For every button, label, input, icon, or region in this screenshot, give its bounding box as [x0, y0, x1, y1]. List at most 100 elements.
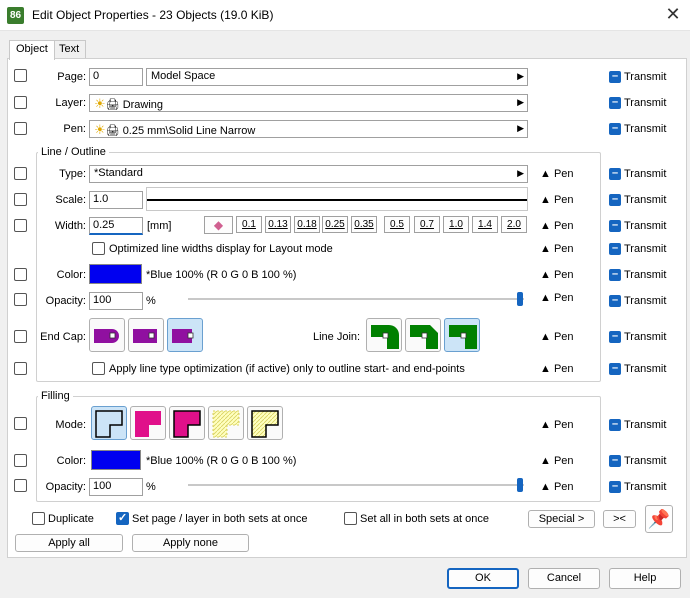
endcap-square-icon[interactable] [128, 318, 164, 352]
transmit-icon[interactable]: – [609, 194, 621, 206]
fill-opacity-slider[interactable] [188, 484, 524, 486]
layer-dropdown[interactable]: ☀🖨 Drawing ▶ [89, 94, 528, 112]
help-button[interactable]: Help [609, 568, 681, 589]
width-preset-button[interactable]: 2.0 [501, 216, 527, 233]
fill-mode-label: Mode: [55, 419, 86, 431]
linejoin-bevel-icon[interactable] [405, 318, 441, 352]
endcap-flat-icon[interactable] [167, 318, 203, 352]
optimized-label: Optimized line widths display for Layout… [109, 243, 333, 255]
set-all-checkbox[interactable] [344, 512, 357, 525]
type-checkbox[interactable] [14, 167, 27, 180]
fill-none-icon[interactable] [91, 406, 127, 440]
line-type-value: *Standard [94, 167, 143, 179]
linejoin-label: Line Join: [313, 331, 361, 343]
width-preset-button[interactable]: 0.25 [322, 216, 348, 233]
width-input[interactable]: 0.25 [89, 217, 143, 235]
endcap-round-icon[interactable] [89, 318, 125, 352]
apply-none-button[interactable]: Apply none [132, 534, 249, 552]
pen-indicator: ▲ Pen [540, 269, 574, 281]
pen-indicator: ▲ Pen [540, 455, 574, 467]
transmit-label: Transmit [624, 243, 667, 255]
scale-input[interactable]: 1.0 [89, 191, 143, 209]
transmit-icon[interactable]: – [609, 419, 621, 431]
fill-color-checkbox[interactable] [14, 454, 27, 467]
transmit-icon[interactable]: – [609, 295, 621, 307]
endcap-checkbox[interactable] [14, 330, 27, 343]
transmit-icon[interactable]: – [609, 331, 621, 343]
width-checkbox[interactable] [14, 219, 27, 232]
eraser-icon[interactable]: ◆ [204, 216, 233, 234]
pen-checkbox[interactable] [14, 122, 27, 135]
window-title: Edit Object Properties - 23 Objects (19.… [32, 8, 274, 22]
line-opacity-slider[interactable] [188, 298, 524, 300]
line-type-dropdown[interactable]: *Standard ▶ [89, 165, 528, 183]
duplicate-checkbox[interactable] [32, 512, 45, 525]
fill-outlined-icon[interactable] [169, 406, 205, 440]
width-preset-button[interactable]: 1.0 [443, 216, 469, 233]
page-number-input[interactable]: 0 [89, 68, 143, 86]
page-space-dropdown[interactable]: Model Space ▶ [146, 68, 528, 86]
fill-mode-checkbox[interactable] [14, 417, 27, 430]
apply-opt-outer-checkbox[interactable] [14, 362, 27, 375]
pen-value: 0.25 mm\Solid Line Narrow [122, 125, 256, 137]
line-color-checkbox[interactable] [14, 268, 27, 281]
pen-dropdown[interactable]: ☀🖨 0.25 mm\Solid Line Narrow ▶ [89, 120, 528, 138]
fill-pattern-outlined-icon[interactable] [247, 406, 283, 440]
linejoin-round-icon[interactable] [366, 318, 402, 352]
set-all-label: Set all in both sets at once [360, 513, 490, 525]
transmit-icon[interactable]: – [609, 481, 621, 493]
line-opacity-checkbox[interactable] [14, 293, 27, 306]
transmit-icon[interactable]: – [609, 269, 621, 281]
layer-visible-icon: ☀ [94, 96, 106, 111]
compare-button[interactable]: >< [603, 510, 636, 528]
fill-opacity-slider-thumb[interactable] [517, 478, 523, 492]
width-preset-button[interactable]: 1.4 [472, 216, 498, 233]
set-page-layer-checkbox[interactable] [116, 511, 129, 525]
layer-checkbox[interactable] [14, 96, 27, 109]
scale-checkbox[interactable] [14, 193, 27, 206]
linejoin-miter-icon[interactable] [444, 318, 480, 352]
transmit-icon[interactable]: – [609, 363, 621, 375]
line-opacity-slider-thumb[interactable] [517, 292, 523, 306]
transmit-icon[interactable]: – [609, 168, 621, 180]
width-preset-button[interactable]: 0.1 [236, 216, 262, 233]
special-button[interactable]: Special > [528, 510, 595, 528]
transmit-icon[interactable]: – [609, 97, 621, 109]
fill-color-swatch[interactable] [91, 450, 141, 470]
tab-text[interactable]: Text [52, 40, 87, 59]
pin-icon[interactable]: 📌 [645, 505, 673, 533]
app-icon: 86 [7, 7, 24, 24]
pen-printer-icon: 🖨 [105, 125, 120, 137]
optimized-checkbox[interactable] [92, 242, 105, 255]
ok-button[interactable]: OK [447, 568, 519, 589]
line-color-swatch[interactable] [89, 264, 142, 284]
transmit-icon[interactable]: – [609, 243, 621, 255]
pen-visible-icon: ☀ [94, 122, 106, 137]
pen-indicator: ▲ Pen [540, 194, 574, 206]
tab-object[interactable]: Object [9, 40, 55, 60]
apply-all-button[interactable]: Apply all [15, 534, 123, 552]
width-preset-button[interactable]: 0.13 [265, 216, 291, 233]
fill-pattern-icon[interactable] [208, 406, 244, 440]
transmit-icon[interactable]: – [609, 455, 621, 467]
fill-opacity-input[interactable]: 100 [89, 478, 143, 496]
width-preset-button[interactable]: 0.18 [294, 216, 320, 233]
width-preset-button[interactable]: 0.7 [414, 216, 440, 233]
page-checkbox[interactable] [14, 69, 27, 82]
width-preset-button[interactable]: 0.35 [351, 216, 377, 233]
cancel-button[interactable]: Cancel [528, 568, 600, 589]
pen-indicator: ▲ Pen [540, 220, 574, 232]
apply-opt-checkbox[interactable] [92, 362, 105, 375]
pen-indicator: ▲ Pen [540, 331, 574, 343]
transmit-icon[interactable]: – [609, 220, 621, 232]
fill-color-text: *Blue 100% (R 0 G 0 B 100 %) [146, 455, 297, 467]
fill-opacity-checkbox[interactable] [14, 479, 27, 492]
line-opacity-input[interactable]: 100 [89, 292, 143, 310]
transmit-icon[interactable]: – [609, 123, 621, 135]
transmit-icon[interactable]: – [609, 71, 621, 83]
fill-solid-icon[interactable] [130, 406, 166, 440]
pen-indicator: ▲ Pen [540, 419, 574, 431]
close-icon[interactable]: ✕ [662, 4, 684, 25]
width-preset-button[interactable]: 0.5 [384, 216, 410, 233]
transmit-label: Transmit [624, 168, 667, 180]
